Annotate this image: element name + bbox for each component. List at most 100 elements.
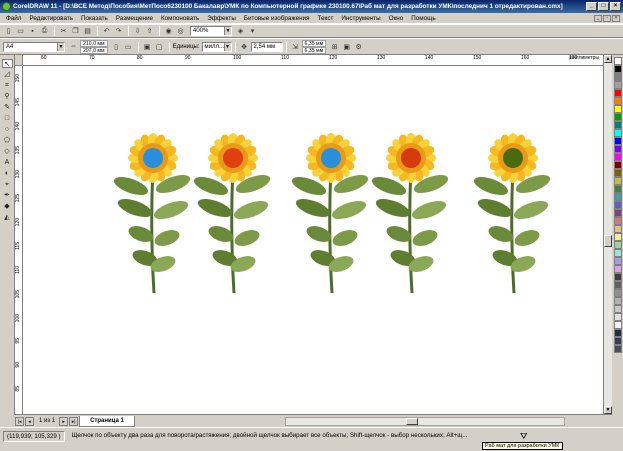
horizontal-ruler[interactable]: миллиметры 60 70 80 90 100 110 120 130 140 150 160… — [23, 55, 603, 66]
prev-page-button[interactable]: ◂ — [25, 416, 34, 426]
chevron-down-icon[interactable]: ▼ — [57, 42, 64, 51]
paper-size-combo[interactable]: A4 ▼ — [3, 41, 65, 52]
units-combo[interactable]: милл... ▼ — [201, 41, 232, 52]
pick-tool-icon[interactable]: ↖ — [1, 59, 13, 68]
color-swatch[interactable] — [613, 113, 622, 121]
color-swatch[interactable] — [613, 145, 622, 153]
color-swatch[interactable] — [613, 57, 622, 65]
color-swatch[interactable] — [613, 313, 622, 321]
all-pages-icon[interactable]: ▣ — [142, 42, 153, 52]
color-swatch[interactable] — [613, 89, 622, 97]
ellipse-tool-icon[interactable]: ○ — [2, 125, 13, 134]
color-swatch[interactable] — [613, 233, 622, 241]
color-swatch[interactable] — [613, 209, 622, 217]
rectangle-tool-icon[interactable]: □ — [2, 114, 13, 123]
color-swatch[interactable] — [613, 185, 622, 193]
color-swatch[interactable] — [613, 321, 622, 329]
color-swatch[interactable] — [613, 161, 622, 169]
color-swatch[interactable] — [613, 265, 622, 273]
open-folder-icon[interactable]: ▭ — [15, 26, 26, 36]
horizontal-scrollbar[interactable] — [284, 416, 565, 426]
chevron-down-icon[interactable]: ▼ — [224, 27, 231, 35]
cut-icon[interactable]: ✂ — [58, 26, 69, 36]
chevron-down-icon[interactable]: ▼ — [223, 42, 231, 51]
menu-tools[interactable]: Инструменты — [337, 15, 384, 22]
ruler-origin[interactable] — [15, 55, 23, 66]
color-swatch[interactable] — [613, 105, 622, 113]
duplicate-x-field[interactable]: 6,35 мм — [301, 39, 327, 47]
maximize-button[interactable]: □ — [598, 2, 609, 11]
print-icon[interactable]: ⎙ — [39, 26, 50, 36]
eyedropper-tool-icon[interactable]: ⌖ — [2, 180, 13, 189]
app-launcher-icon[interactable]: ◉ — [163, 26, 174, 36]
next-page-button[interactable]: ▸ — [59, 416, 69, 426]
vertical-scroll-thumb[interactable] — [604, 235, 612, 247]
vertical-scrollbar[interactable]: ▲ ▼ — [603, 55, 612, 414]
portrait-icon[interactable]: ▯ — [111, 42, 122, 52]
snap-icon[interactable]: ⊞ — [329, 42, 340, 52]
menu-bitmaps[interactable]: Битовые изображения — [240, 15, 314, 22]
menu-file[interactable]: Файл — [2, 15, 25, 22]
vertical-ruler[interactable]: 150 145 140 135 130 125 120 115 110 105 100 95 90 85 — [15, 66, 23, 414]
drawing-canvas[interactable] — [23, 66, 603, 414]
paste-icon[interactable]: ▤ — [82, 26, 93, 36]
view-quality-icon[interactable]: ◈ — [235, 26, 246, 36]
dropdown-icon[interactable]: ▾ — [247, 26, 258, 36]
color-swatch[interactable] — [613, 345, 622, 353]
zoom-combo[interactable]: 400% ▼ — [190, 26, 232, 36]
minimize-button[interactable]: _ — [586, 2, 597, 11]
save-icon[interactable]: ▪ — [27, 26, 38, 36]
first-page-button[interactable]: |◂ — [15, 416, 24, 426]
color-swatch[interactable] — [613, 97, 622, 105]
treat-as-filled-icon[interactable]: ▣ — [341, 42, 352, 52]
color-swatch[interactable] — [613, 249, 622, 257]
color-swatch[interactable] — [613, 337, 622, 345]
coreldraw-app-icon[interactable] — [2, 2, 11, 11]
color-swatch[interactable] — [613, 201, 622, 209]
menu-effects[interactable]: Эффекты — [203, 15, 240, 22]
interactive-blend-tool-icon[interactable]: ◐ — [2, 169, 13, 178]
duplicate-y-field[interactable]: 6,35 мм — [301, 46, 327, 54]
close-button[interactable]: × — [610, 2, 621, 11]
doc-restore-button[interactable]: ▫ — [603, 14, 611, 22]
freehand-tool-icon[interactable]: ✎ — [2, 103, 13, 112]
menu-arrange[interactable]: Компоновать — [157, 15, 203, 22]
color-swatch[interactable] — [613, 225, 622, 233]
options-icon[interactable]: ⚙ — [353, 42, 364, 52]
fill-tool-icon[interactable]: ◆ — [2, 202, 13, 211]
menu-edit[interactable]: Редактировать — [25, 15, 77, 22]
color-swatch[interactable] — [613, 169, 622, 177]
color-swatch[interactable] — [613, 137, 622, 145]
new-document-icon[interactable]: ▯ — [3, 26, 14, 36]
copy-icon[interactable]: ❐ — [70, 26, 81, 36]
color-swatch[interactable] — [613, 329, 622, 337]
color-swatch[interactable] — [613, 193, 622, 201]
color-swatch[interactable] — [613, 129, 622, 137]
color-swatch[interactable] — [613, 65, 622, 73]
menu-layout[interactable]: Размещение — [112, 15, 157, 22]
horizontal-scroll-thumb[interactable] — [405, 417, 418, 425]
nudge-field[interactable]: 2,54 мм — [250, 41, 283, 52]
color-swatch[interactable] — [613, 273, 622, 281]
landscape-icon[interactable]: ▭ — [123, 42, 134, 52]
menu-text[interactable]: Текст — [314, 15, 338, 22]
import-icon[interactable]: ⇩ — [132, 26, 143, 36]
doc-minimize-button[interactable]: _ — [594, 14, 602, 22]
polygon-tool-icon[interactable]: ⬠ — [2, 136, 13, 145]
color-swatch[interactable] — [613, 281, 622, 289]
color-swatch[interactable] — [613, 217, 622, 225]
color-swatch[interactable] — [613, 153, 622, 161]
page-width-field[interactable]: 210,0 мм — [80, 39, 108, 47]
scroll-up-button[interactable]: ▲ — [604, 55, 612, 63]
interactive-fill-tool-icon[interactable]: ◭ — [2, 213, 13, 222]
basic-shapes-tool-icon[interactable]: ◇ — [2, 147, 13, 156]
corel-online-icon[interactable]: ◎ — [175, 26, 186, 36]
crop-tool-icon[interactable]: ⌗ — [2, 81, 13, 90]
color-swatch[interactable] — [613, 241, 622, 249]
menu-view[interactable]: Показать — [77, 15, 112, 22]
color-swatch[interactable] — [613, 257, 622, 265]
page-height-field[interactable]: 297,0 мм — [80, 46, 108, 54]
last-page-button[interactable]: ▸| — [69, 416, 79, 426]
color-swatch[interactable] — [613, 81, 622, 89]
zoom-tool-icon[interactable]: ⚲ — [2, 92, 13, 101]
